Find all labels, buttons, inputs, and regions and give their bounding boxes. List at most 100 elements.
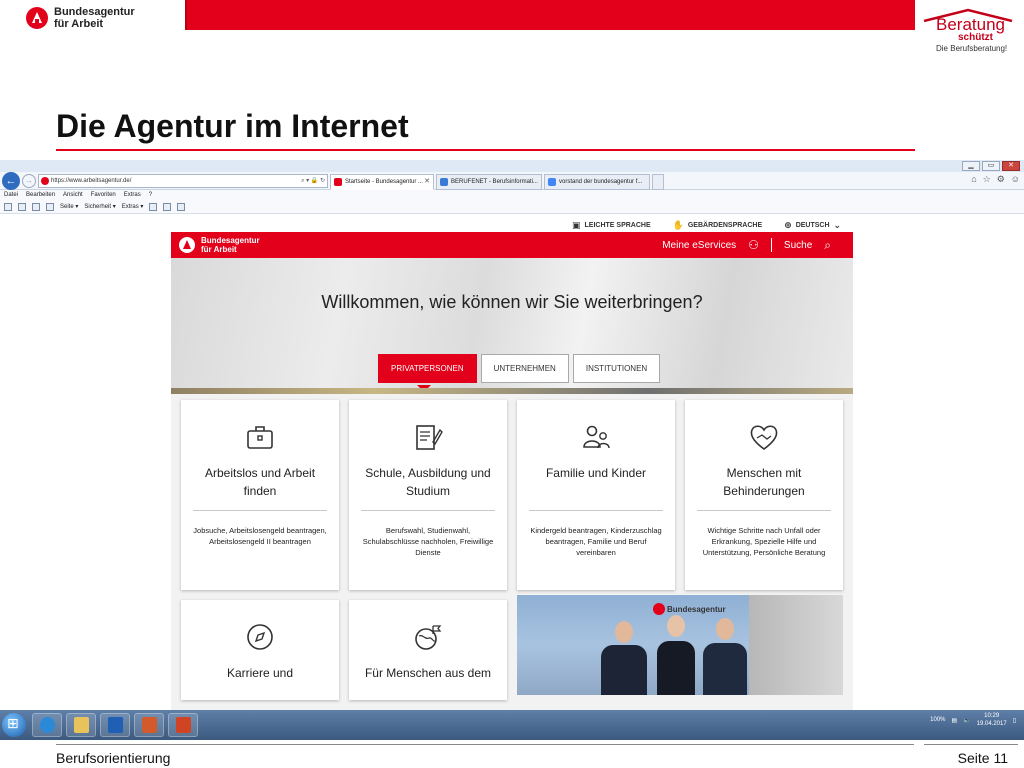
- print-icon[interactable]: [46, 202, 54, 211]
- taskbar-outlook[interactable]: [100, 713, 130, 737]
- tab-unternehmen[interactable]: UNTERNEHMEN: [480, 354, 569, 383]
- person-right: [703, 615, 747, 695]
- nav-meine-eservices[interactable]: Meine eServices: [662, 240, 736, 251]
- utility-label: LEICHTE SPRACHE: [584, 222, 651, 229]
- address-tools-icon[interactable]: ⌕ ▾ 🔒 ↻: [301, 175, 325, 187]
- card-schule-ausbildung[interactable]: Schule, Ausbildung und Studium Berufswah…: [349, 400, 507, 590]
- favorites-bar-icon[interactable]: [4, 202, 12, 211]
- close-icon[interactable]: ✕: [1002, 161, 1020, 171]
- nav-suche[interactable]: Suche: [784, 240, 812, 251]
- mail-icon[interactable]: [32, 202, 40, 211]
- card-title: Karriere und: [226, 666, 294, 680]
- browser-navigation-row: ← → https://www.arbeitsagentur.de/ ⌕ ▾ 🔒…: [0, 172, 1024, 190]
- search-icon[interactable]: ⌕: [824, 238, 831, 253]
- card-divider: [529, 510, 663, 511]
- hero-title: Willkommen, wie können wir Sie weiterbri…: [321, 292, 703, 312]
- command-seite[interactable]: Seite ▾: [60, 200, 78, 214]
- document-pen-icon: [416, 425, 443, 450]
- slide-title: Die Agentur im Internet: [56, 108, 409, 144]
- footer-page-number: Seite 11: [957, 750, 1008, 766]
- card-familie-kinder[interactable]: Familie und Kinder Kindergeld beantragen…: [517, 400, 675, 590]
- card-karriere[interactable]: Karriere und: [181, 600, 339, 700]
- tab-institutionen[interactable]: INSTITUTIONEN: [572, 354, 661, 383]
- slide-brand-logo: Bundesagentur für Arbeit: [26, 6, 135, 30]
- tab-label: Startseite - Bundesagentur ...: [345, 179, 424, 185]
- user-icon[interactable]: ⚇: [748, 238, 759, 252]
- language-select[interactable]: ⊕ DEUTSCH ⌄: [784, 220, 841, 231]
- taskbar-contacts[interactable]: [134, 713, 164, 737]
- card-title: Für Menschen aus dem: [364, 666, 492, 680]
- site-header: Bundesagentur für Arbeit Meine eServices…: [171, 232, 853, 258]
- menu-item-bearbeiten[interactable]: Bearbeiten: [26, 190, 55, 200]
- tab-berufenet[interactable]: BERUFENET - Berufsinformati...: [436, 174, 542, 190]
- show-desktop-icon[interactable]: ▯: [1013, 717, 1016, 724]
- menu-item-extras[interactable]: Extras: [124, 190, 141, 200]
- favorites-star-icon[interactable]: ☆: [983, 174, 991, 185]
- tab-startseite[interactable]: Startseite - Bundesagentur ... ✕: [330, 174, 434, 190]
- start-button[interactable]: [2, 713, 26, 737]
- minimize-icon[interactable]: ▁: [962, 161, 980, 171]
- addon-icon[interactable]: [163, 202, 172, 211]
- nav-divider: [770, 238, 772, 252]
- card-description: Kindergeld beantragen, Kinderzuschlag be…: [530, 526, 662, 557]
- tab-close-icon[interactable]: ✕: [424, 175, 430, 189]
- card-divider: [361, 510, 495, 511]
- taskbar-ie[interactable]: [32, 713, 62, 737]
- person-suit: [657, 641, 695, 695]
- onenote-icon[interactable]: [177, 202, 186, 211]
- back-arrow-icon[interactable]: ←: [2, 172, 20, 190]
- feeds-icon[interactable]: [18, 202, 26, 211]
- card-menschen-behinderungen[interactable]: Menschen mit Behinderungen Wichtige Schr…: [685, 400, 843, 590]
- window-controls: ▁ ▭ ✕: [962, 161, 1020, 171]
- beratung-schuetzt-logo: Beratung schützt Die Berufsberatung!: [920, 4, 1020, 58]
- address-bar[interactable]: https://www.arbeitsagentur.de/ ⌕ ▾ 🔒 ↻: [38, 174, 328, 188]
- zoom-level[interactable]: 100%: [930, 717, 945, 723]
- network-icon[interactable]: ▤: [952, 717, 958, 724]
- person-head: [615, 621, 633, 643]
- help-icon[interactable]: [149, 202, 158, 211]
- heart-hands-icon: [750, 425, 778, 450]
- internet-explorer-icon: [40, 717, 55, 733]
- photo-wall: [749, 595, 843, 695]
- browser-screenshot: ▁ ▭ ✕ ← → https://www.arbeitsagentur.de/…: [0, 160, 1024, 740]
- volume-icon[interactable]: 🔈: [963, 717, 970, 724]
- menu-item-help[interactable]: ?: [149, 190, 152, 200]
- person-head: [716, 618, 734, 640]
- site-logo-text: Bundesagentur für Arbeit: [201, 236, 260, 254]
- tab-google-search[interactable]: vorstand der bundesagentur f...: [544, 174, 650, 190]
- tab-privatpersonen[interactable]: PRIVATPERSONEN: [378, 354, 477, 383]
- powerpoint-icon: [176, 717, 191, 733]
- site-logo[interactable]: Bundesagentur für Arbeit: [179, 236, 260, 254]
- card-arbeitslos[interactable]: Arbeitslos und Arbeit finden Jobsuche, A…: [181, 400, 339, 590]
- taskbar-powerpoint[interactable]: [168, 713, 198, 737]
- command-extras[interactable]: Extras ▾: [122, 200, 144, 214]
- site-logo-line-1: Bundesagentur: [201, 236, 260, 245]
- command-sicherheit[interactable]: Sicherheit ▾: [84, 200, 115, 214]
- person-head: [667, 615, 685, 637]
- taskbar-explorer[interactable]: [66, 713, 96, 737]
- globe-icon: ⊕: [784, 220, 792, 230]
- home-icon[interactable]: ⌂: [971, 174, 976, 185]
- utility-label: GEBÄRDENSPRACHE: [687, 222, 763, 229]
- clock[interactable]: 10:29 19.04.2017: [977, 712, 1007, 728]
- menu-item-ansicht[interactable]: Ansicht: [63, 190, 83, 200]
- card-menschen-ausland[interactable]: Für Menschen aus dem: [349, 600, 507, 700]
- brand-line-2: für Arbeit: [54, 18, 104, 30]
- person-middle: [657, 613, 695, 695]
- smiley-icon[interactable]: ☺: [1011, 174, 1020, 185]
- menu-item-datei[interactable]: Datei: [4, 190, 18, 200]
- menu-bar: Datei Bearbeiten Ansicht Favoriten Extra…: [0, 190, 1024, 200]
- new-tab-button[interactable]: [652, 174, 664, 190]
- family-icon: [583, 425, 610, 449]
- footer-rule-right: [924, 744, 1018, 745]
- settings-gear-icon[interactable]: ⚙: [997, 174, 1005, 185]
- forward-arrow-icon[interactable]: →: [22, 174, 36, 188]
- link-gebaerdensprache[interactable]: ✋ GEBÄRDENSPRACHE: [673, 220, 763, 231]
- maximize-icon[interactable]: ▭: [982, 161, 1000, 171]
- menu-item-favoriten[interactable]: Favoriten: [91, 190, 116, 200]
- card-title: Menschen mit Behinderungen: [723, 466, 805, 498]
- clock-time: 10:29: [984, 713, 1000, 719]
- window-titlebar: ▁ ▭ ✕: [0, 160, 1024, 172]
- link-leichte-sprache[interactable]: ▣ LEICHTE SPRACHE: [572, 220, 651, 231]
- sign-language-hand-icon: ✋: [672, 220, 684, 230]
